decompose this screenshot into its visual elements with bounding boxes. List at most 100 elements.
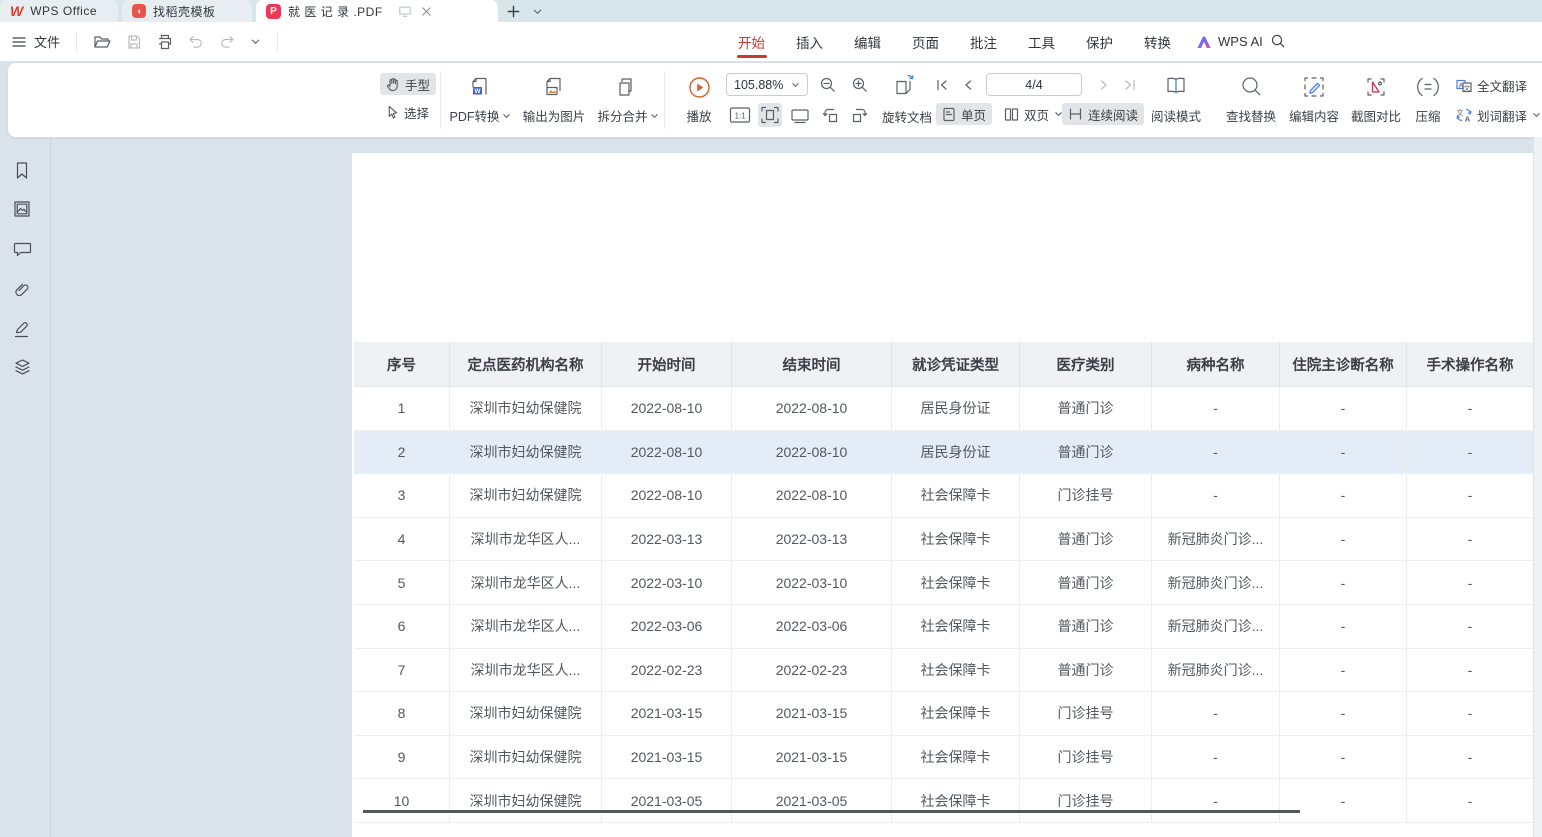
page-indicator-input[interactable]: 4/4 [986, 73, 1082, 96]
layers-icon[interactable] [13, 358, 32, 377]
annotate-pen-icon[interactable] [13, 319, 31, 339]
wps-ai-button[interactable]: WPS AI [1196, 22, 1263, 61]
table-row[interactable]: 6 深圳市龙华区人... 2022-03-06 2022-03-06 社会保障卡… [354, 605, 1533, 649]
table-row[interactable]: 4 深圳市龙华区人... 2022-03-13 2022-03-13 社会保障卡… [354, 518, 1533, 562]
cell-disease-name: - [1152, 779, 1280, 822]
print-icon[interactable] [157, 34, 173, 50]
cell-diagnosis-name: - [1280, 387, 1407, 430]
cell-seq: 1 [354, 387, 450, 430]
next-page-button[interactable] [1094, 73, 1114, 97]
menu-item-convert[interactable]: 转换 [1144, 22, 1171, 61]
chevron-down-icon [650, 112, 659, 120]
cell-end-date: 2021-03-15 [732, 736, 892, 779]
cell-end-date: 2022-03-13 [732, 518, 892, 561]
table-row[interactable]: 9 深圳市妇幼保健院 2021-03-15 2021-03-15 社会保障卡 门… [354, 736, 1533, 780]
export-image-icon [542, 75, 566, 99]
table-row[interactable]: 8 深圳市妇幼保健院 2021-03-15 2021-03-15 社会保障卡 门… [354, 692, 1533, 736]
double-page-icon [1004, 107, 1019, 122]
table-row[interactable]: 2 深圳市妇幼保健院 2022-08-10 2022-08-10 居民身份证 普… [354, 431, 1533, 475]
first-page-button[interactable] [932, 73, 952, 97]
last-page-button[interactable] [1120, 73, 1140, 97]
double-page-button[interactable]: 双页 [998, 103, 1069, 125]
window-tab-bar: W WPS Office ◖ 找稻壳模板 P 就 医 记 录 .PDF [0, 0, 1542, 22]
rotate-left-button[interactable] [818, 103, 842, 127]
cell-start-date: 2021-03-15 [602, 736, 732, 779]
redo-icon[interactable] [219, 35, 235, 49]
menu-item-protect[interactable]: 保护 [1086, 22, 1113, 61]
select-tool-button[interactable]: 选择 [380, 101, 435, 123]
main-menu-icon[interactable] [12, 36, 26, 48]
quickbar-chevron-icon[interactable] [250, 36, 261, 47]
chevron-down-icon [1532, 111, 1541, 119]
word-translate-icon: 文A [1456, 107, 1472, 123]
cell-institution: 深圳市妇幼保健院 [450, 692, 602, 735]
table-header-cell: 结束时间 [732, 342, 892, 386]
cell-start-date: 2022-08-10 [602, 431, 732, 474]
screenshot-compare-button[interactable]: 截图对比 [1346, 73, 1406, 125]
tab-wps-office[interactable]: W WPS Office [0, 0, 118, 22]
table-row[interactable]: 7 深圳市龙华区人... 2022-02-23 2022-02-23 社会保障卡… [354, 649, 1533, 693]
menu-item-tools[interactable]: 工具 [1028, 22, 1055, 61]
save-icon[interactable] [126, 34, 142, 50]
table-row[interactable]: 1 深圳市妇幼保健院 2022-08-10 2022-08-10 居民身份证 普… [354, 387, 1533, 431]
undo-icon[interactable] [188, 35, 204, 49]
cell-operation-name: - [1407, 561, 1533, 604]
actual-size-button[interactable]: 1:1 [728, 103, 752, 127]
close-tab-icon[interactable] [421, 6, 432, 17]
menu-item-page[interactable]: 页面 [912, 22, 939, 61]
cell-operation-name: - [1407, 779, 1533, 822]
bookmark-icon[interactable] [13, 161, 31, 180]
fit-width-button[interactable] [788, 103, 812, 127]
zoom-out-button[interactable] [816, 73, 840, 97]
export-image-button[interactable]: 输出为图片 [518, 73, 590, 125]
continuous-read-button[interactable]: 连续阅读 [1062, 103, 1144, 125]
hand-tool-button[interactable]: 手型 [380, 73, 436, 95]
word-translate-button[interactable]: 文A 划词翻译 [1450, 104, 1542, 126]
rotate-document-button[interactable]: 旋转文档 [882, 107, 932, 126]
single-page-button[interactable]: 单页 [936, 103, 992, 125]
tab-medical-record-pdf[interactable]: P 就 医 记 录 .PDF [256, 0, 498, 22]
rotate-document-icon[interactable] [890, 70, 920, 100]
table-row[interactable]: 10 深圳市妇幼保健院 2021-03-05 2021-03-05 社会保障卡 … [354, 779, 1533, 823]
menu-item-insert[interactable]: 插入 [796, 22, 823, 61]
rotate-right-button[interactable] [848, 103, 872, 127]
tab-list-chevron-icon[interactable] [532, 0, 543, 22]
previous-page-button[interactable] [958, 73, 978, 97]
menu-item-edit[interactable]: 编辑 [854, 22, 881, 61]
file-menu-button[interactable]: 文件 [34, 32, 60, 51]
cell-diagnosis-name: - [1280, 736, 1407, 779]
svg-text:文: 文 [1464, 83, 1471, 92]
pdf-convert-button[interactable]: W PDF转换 [446, 73, 514, 125]
cell-seq: 10 [354, 779, 450, 822]
menu-item-annotate[interactable]: 批注 [970, 22, 997, 61]
comment-icon[interactable] [13, 241, 32, 258]
svg-text:A: A [1465, 115, 1471, 124]
tab-docer-templates[interactable]: ◖ 找稻壳模板 [122, 0, 252, 22]
play-button[interactable]: 播放 [676, 73, 722, 125]
read-mode-button[interactable]: 阅读模式 [1148, 73, 1204, 125]
compress-icon [1416, 75, 1440, 99]
vertical-scrollbar[interactable] [1533, 137, 1542, 837]
attachment-icon[interactable] [13, 281, 31, 299]
compress-button[interactable]: 压缩 [1410, 73, 1446, 125]
cell-start-date: 2022-03-13 [602, 518, 732, 561]
table-header-cell: 手术操作名称 [1407, 342, 1533, 386]
menu-item-home[interactable]: 开始 [738, 22, 765, 61]
table-row[interactable]: 3 深圳市妇幼保健院 2022-08-10 2022-08-10 社会保障卡 门… [354, 474, 1533, 518]
table-row[interactable]: 5 深圳市龙华区人... 2022-03-10 2022-03-10 社会保障卡… [354, 561, 1533, 605]
split-merge-button[interactable]: 拆分合并 [594, 73, 662, 125]
screen-cast-icon[interactable] [398, 5, 412, 18]
cell-operation-name: - [1407, 649, 1533, 692]
cell-disease-name: 新冠肺炎门诊... [1152, 605, 1280, 648]
find-replace-button[interactable]: 查找替换 [1220, 73, 1282, 125]
zoom-level-select[interactable]: 105.88% [726, 73, 808, 96]
new-tab-button[interactable] [506, 0, 521, 22]
menu-search-icon[interactable] [1270, 33, 1286, 49]
zoom-in-button[interactable] [848, 73, 872, 97]
full-text-translate-button[interactable]: A文 全文翻译 [1450, 74, 1533, 96]
table-header-cell: 住院主诊断名称 [1280, 342, 1407, 386]
edit-content-button[interactable]: 编辑内容 [1284, 73, 1344, 125]
open-folder-icon[interactable] [93, 34, 111, 50]
thumbnail-icon[interactable] [13, 200, 31, 218]
fit-page-button[interactable] [758, 103, 782, 127]
